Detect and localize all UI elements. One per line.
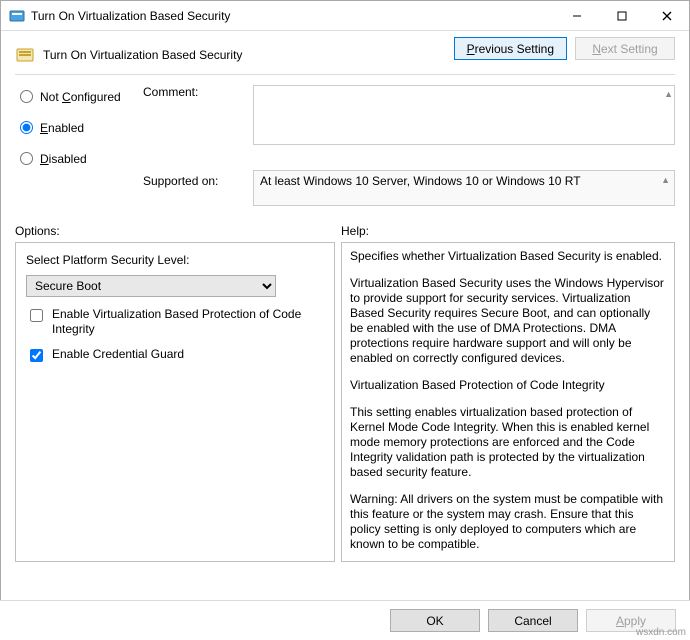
title-bar: Turn On Virtualization Based Security (1, 1, 689, 31)
supported-on-box: At least Windows 10 Server, Windows 10 o… (253, 170, 675, 206)
next-setting-button[interactable]: Next Setting (575, 37, 675, 60)
checkbox-credential-guard[interactable]: Enable Credential Guard (26, 347, 324, 365)
radio-enabled[interactable]: Enabled (15, 118, 133, 135)
platform-level-select[interactable]: Secure Boot (26, 275, 276, 297)
checkbox-vbp-code-integrity[interactable]: Enable Virtualization Based Protection o… (26, 307, 324, 337)
platform-level-label: Select Platform Security Level: (26, 253, 324, 267)
scroll-up-icon: ▲ (664, 89, 673, 99)
help-label: Help: (341, 224, 369, 238)
options-label: Options: (15, 224, 341, 238)
supported-label: Supported on: (143, 170, 243, 188)
watermark: wsxdn.com (636, 627, 686, 638)
previous-setting-button[interactable]: Previous Setting (454, 37, 567, 60)
window-title: Turn On Virtualization Based Security (31, 9, 554, 23)
cancel-button[interactable]: Cancel (488, 609, 578, 632)
scroll-up-icon: ▲ (661, 175, 670, 185)
separator (15, 74, 675, 75)
supported-text: At least Windows 10 Server, Windows 10 o… (260, 174, 581, 188)
minimize-button[interactable] (554, 2, 599, 30)
app-icon (9, 8, 25, 24)
radio-disabled[interactable]: Disabled (15, 149, 133, 166)
ok-button[interactable]: OK (390, 609, 480, 632)
policy-title: Turn On Virtualization Based Security (43, 48, 242, 62)
options-panel: Select Platform Security Level: Secure B… (15, 242, 335, 562)
radio-not-configured[interactable]: Not Configured (15, 87, 133, 104)
comment-textarea[interactable] (253, 85, 675, 145)
help-text: Specifies whether Virtualization Based S… (350, 249, 666, 555)
dialog-footer: OK Cancel Apply (0, 600, 690, 640)
help-panel: Specifies whether Virtualization Based S… (341, 242, 675, 562)
policy-icon (15, 45, 35, 65)
maximize-button[interactable] (599, 2, 644, 30)
close-button[interactable] (644, 2, 689, 30)
comment-label: Comment: (143, 85, 243, 99)
